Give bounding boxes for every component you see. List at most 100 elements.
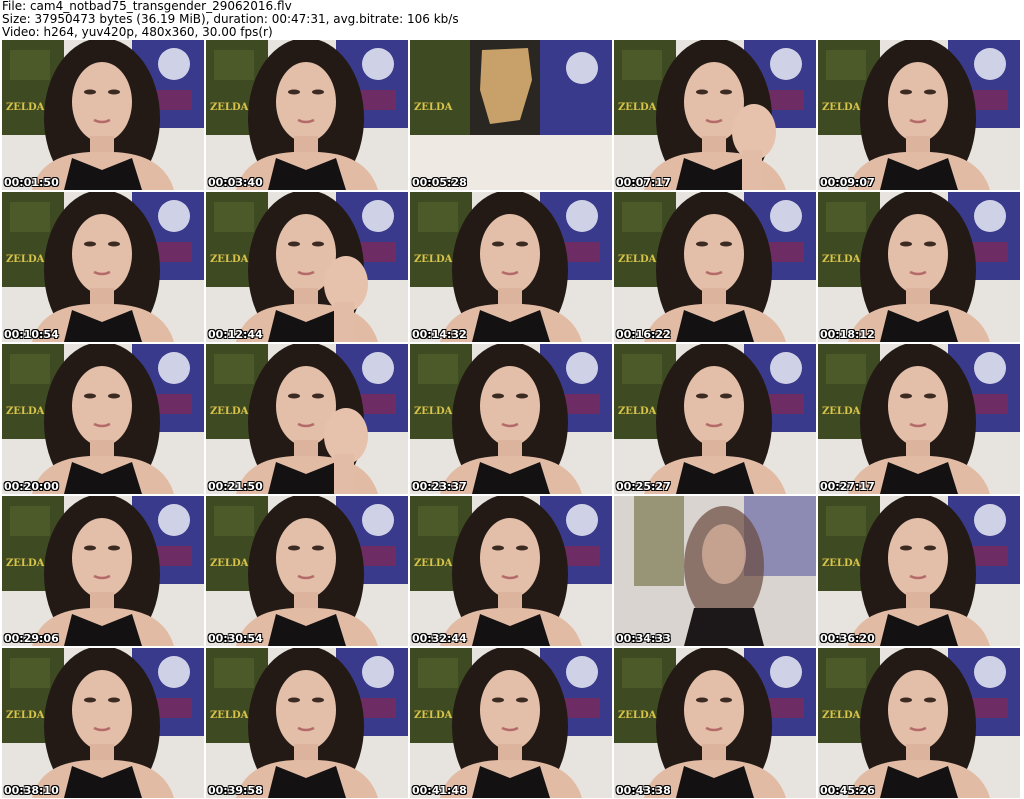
- thumbnail-grid: ZELDA 00:01:50 ZELDA 00:03:40 ZELDA 00:0…: [2, 40, 1020, 798]
- thumbnail-timestamp: 00:05:28: [412, 176, 467, 189]
- thumbnail-timestamp: 00:25:27: [616, 480, 671, 493]
- thumbnail-frame: ZELDA 00:23:37: [410, 344, 612, 494]
- thumbnail-frame: ZELDA 00:10:54: [2, 192, 204, 342]
- thumbnail-frame: ZELDA 00:14:32: [410, 192, 612, 342]
- thumbnail-timestamp: 00:10:54: [4, 328, 59, 341]
- thumbnail-image: ZELDA: [410, 648, 612, 798]
- svg-text:ZELDA: ZELDA: [822, 558, 861, 569]
- thumbnail-timestamp: 00:18:12: [820, 328, 875, 341]
- thumbnail-image: ZELDA: [2, 40, 204, 190]
- thumbnail-image: ZELDA: [818, 40, 1020, 190]
- thumbnail-image: ZELDA: [818, 496, 1020, 646]
- thumbnail-timestamp: 00:21:50: [208, 480, 263, 493]
- svg-text:ZELDA: ZELDA: [6, 102, 45, 113]
- thumbnail-frame: ZELDA 00:16:22: [614, 192, 816, 342]
- thumbnail-timestamp: 00:27:17: [820, 480, 875, 493]
- thumbnail-timestamp: 00:14:32: [412, 328, 467, 341]
- thumbnail-frame: ZELDA 00:43:38: [614, 648, 816, 798]
- thumbnail-frame: ZELDA 00:45:26: [818, 648, 1020, 798]
- thumbnail-image: ZELDA: [614, 40, 816, 190]
- svg-text:ZELDA: ZELDA: [210, 710, 249, 721]
- thumbnail-frame: ZELDA 00:03:40: [206, 40, 408, 190]
- thumbnail-frame: ZELDA 00:30:54: [206, 496, 408, 646]
- thumbnail-timestamp: 00:45:26: [820, 784, 875, 797]
- svg-text:ZELDA: ZELDA: [6, 558, 45, 569]
- thumbnail-image: ZELDA: [2, 192, 204, 342]
- thumbnail-frame: ZELDA 00:09:07: [818, 40, 1020, 190]
- thumbnail-timestamp: 00:16:22: [616, 328, 671, 341]
- thumbnail-timestamp: 00:12:44: [208, 328, 263, 341]
- svg-text:ZELDA: ZELDA: [414, 254, 453, 265]
- file-info-header: File: cam4_notbad75_transgender_29062016…: [2, 0, 459, 39]
- thumbnail-timestamp: 00:36:20: [820, 632, 875, 645]
- svg-text:ZELDA: ZELDA: [822, 710, 861, 721]
- svg-text:ZELDA: ZELDA: [414, 710, 453, 721]
- thumbnail-frame: ZELDA 00:18:12: [818, 192, 1020, 342]
- svg-text:ZELDA: ZELDA: [210, 102, 249, 113]
- thumbnail-image: ZELDA: [818, 344, 1020, 494]
- thumbnail-timestamp: 00:30:54: [208, 632, 263, 645]
- thumbnail-timestamp: 00:29:06: [4, 632, 59, 645]
- svg-text:ZELDA: ZELDA: [6, 406, 45, 417]
- thumbnail-timestamp: 00:34:33: [616, 632, 671, 645]
- thumbnail-timestamp: 00:39:58: [208, 784, 263, 797]
- thumbnail-image: ZELDA: [410, 40, 612, 190]
- thumbnail-image: ZELDA: [206, 648, 408, 798]
- svg-text:ZELDA: ZELDA: [6, 710, 45, 721]
- thumbnail-timestamp: 00:41:48: [412, 784, 467, 797]
- svg-text:ZELDA: ZELDA: [414, 102, 453, 113]
- svg-text:ZELDA: ZELDA: [618, 102, 657, 113]
- thumbnail-frame: ZELDA 00:41:48: [410, 648, 612, 798]
- thumbnail-frame: ZELDA 00:01:50: [2, 40, 204, 190]
- svg-text:ZELDA: ZELDA: [822, 254, 861, 265]
- svg-text:ZELDA: ZELDA: [822, 102, 861, 113]
- svg-text:ZELDA: ZELDA: [618, 710, 657, 721]
- thumbnail-image: ZELDA: [2, 648, 204, 798]
- svg-text:ZELDA: ZELDA: [414, 406, 453, 417]
- thumbnail-image: ZELDA: [2, 496, 204, 646]
- thumbnail-frame: ZELDA 00:27:17: [818, 344, 1020, 494]
- thumbnail-frame: 00:34:33: [614, 496, 816, 646]
- thumbnail-image: ZELDA: [206, 40, 408, 190]
- svg-text:ZELDA: ZELDA: [618, 406, 657, 417]
- thumbnail-timestamp: 00:01:50: [4, 176, 59, 189]
- thumbnail-timestamp: 00:38:10: [4, 784, 59, 797]
- svg-text:ZELDA: ZELDA: [210, 558, 249, 569]
- svg-text:ZELDA: ZELDA: [210, 406, 249, 417]
- video-info-line: Video: h264, yuv420p, 480x360, 30.00 fps…: [2, 25, 273, 39]
- thumbnail-timestamp: 00:03:40: [208, 176, 263, 189]
- thumbnail-frame: ZELDA 00:20:00: [2, 344, 204, 494]
- thumbnail-image: ZELDA: [206, 496, 408, 646]
- svg-text:ZELDA: ZELDA: [6, 254, 45, 265]
- thumbnail-image: ZELDA: [206, 192, 408, 342]
- thumbnail-frame: ZELDA 00:29:06: [2, 496, 204, 646]
- thumbnail-image: ZELDA: [818, 648, 1020, 798]
- thumbnail-image: ZELDA: [2, 344, 204, 494]
- thumbnail-image: [614, 496, 816, 646]
- thumbnail-image: ZELDA: [614, 192, 816, 342]
- thumbnail-image: ZELDA: [410, 344, 612, 494]
- thumbnail-timestamp: 00:09:07: [820, 176, 875, 189]
- thumbnail-timestamp: 00:20:00: [4, 480, 59, 493]
- thumbnail-frame: ZELDA 00:21:50: [206, 344, 408, 494]
- thumbnail-image: ZELDA: [614, 344, 816, 494]
- thumbnail-image: ZELDA: [410, 192, 612, 342]
- thumbnail-frame: ZELDA 00:25:27: [614, 344, 816, 494]
- thumbnail-image: ZELDA: [818, 192, 1020, 342]
- thumbnail-frame: ZELDA 00:32:44: [410, 496, 612, 646]
- thumbnail-frame: ZELDA 00:39:58: [206, 648, 408, 798]
- thumbnail-timestamp: 00:32:44: [412, 632, 467, 645]
- thumbnail-frame: ZELDA 00:05:28: [410, 40, 612, 190]
- svg-text:ZELDA: ZELDA: [822, 406, 861, 417]
- svg-text:ZELDA: ZELDA: [210, 254, 249, 265]
- svg-text:ZELDA: ZELDA: [414, 558, 453, 569]
- thumbnail-frame: ZELDA 00:38:10: [2, 648, 204, 798]
- thumbnail-frame: ZELDA 00:36:20: [818, 496, 1020, 646]
- thumbnail-timestamp: 00:43:38: [616, 784, 671, 797]
- svg-text:ZELDA: ZELDA: [618, 254, 657, 265]
- thumbnail-timestamp: 00:23:37: [412, 480, 467, 493]
- thumbnail-image: ZELDA: [410, 496, 612, 646]
- thumbnail-frame: ZELDA 00:12:44: [206, 192, 408, 342]
- thumbnail-timestamp: 00:07:17: [616, 176, 671, 189]
- thumbnail-image: ZELDA: [614, 648, 816, 798]
